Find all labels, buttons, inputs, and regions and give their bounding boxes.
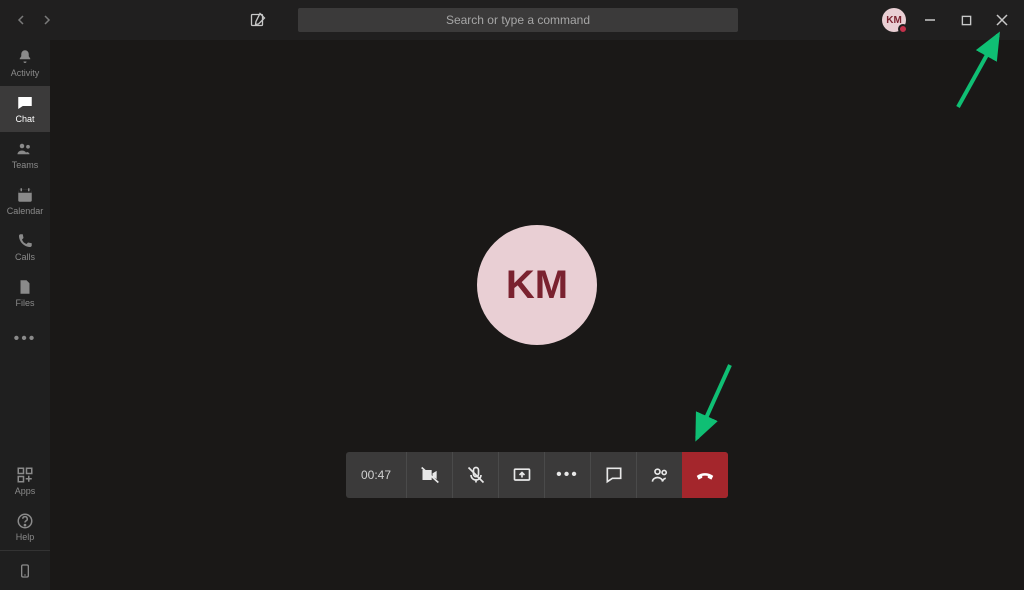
rail-label: Activity <box>11 68 40 78</box>
profile-avatar[interactable]: KM <box>882 8 906 32</box>
rail-label: Apps <box>15 486 36 496</box>
call-duration: 00:47 <box>346 452 406 498</box>
rail-chat[interactable]: Chat <box>0 86 50 132</box>
search-input[interactable]: Search or type a command <box>298 8 738 32</box>
rail-files[interactable]: Files <box>0 270 50 316</box>
titlebar: Search or type a command KM <box>0 0 1024 40</box>
new-chat-icon[interactable] <box>246 12 270 28</box>
rail-label: Files <box>15 298 34 308</box>
call-controls: 00:47 ••• <box>346 452 728 498</box>
show-participants-button[interactable] <box>636 452 682 498</box>
mobile-icon <box>17 563 33 579</box>
hang-up-button[interactable] <box>682 452 728 498</box>
chat-icon <box>604 465 624 485</box>
presence-busy-icon <box>898 24 908 34</box>
toggle-camera-button[interactable] <box>406 452 452 498</box>
more-icon: ••• <box>14 330 37 348</box>
window-minimize-button[interactable] <box>912 0 948 40</box>
mic-off-icon <box>466 465 486 485</box>
window-maximize-button[interactable] <box>948 0 984 40</box>
nav-forward-button[interactable] <box>38 11 56 29</box>
rail-label: Help <box>16 532 35 542</box>
bell-icon <box>16 48 34 66</box>
rail-calls[interactable]: Calls <box>0 224 50 270</box>
rail-teams[interactable]: Teams <box>0 132 50 178</box>
people-icon <box>16 140 34 158</box>
help-icon <box>16 512 34 530</box>
calendar-icon <box>16 186 34 204</box>
participant-avatar: KM <box>477 225 597 345</box>
rail-label: Calls <box>15 252 35 262</box>
rail-label: Chat <box>15 114 34 124</box>
rail-label: Teams <box>12 160 39 170</box>
people-icon <box>650 465 670 485</box>
rail-mobile[interactable] <box>0 550 50 590</box>
phone-icon <box>16 232 34 250</box>
rail-apps[interactable]: Apps <box>0 458 50 504</box>
apps-icon <box>16 466 34 484</box>
rail-activity[interactable]: Activity <box>0 40 50 86</box>
toggle-mic-button[interactable] <box>452 452 498 498</box>
more-actions-button[interactable]: ••• <box>544 452 590 498</box>
search-placeholder: Search or type a command <box>446 13 590 27</box>
app-rail: Activity Chat Teams Calendar Calls Files… <box>0 40 50 590</box>
nav-back-button[interactable] <box>12 11 30 29</box>
toggle-chat-button[interactable] <box>590 452 636 498</box>
chat-icon <box>16 94 34 112</box>
call-stage: KM 00:47 ••• <box>50 40 1024 590</box>
rail-calendar[interactable]: Calendar <box>0 178 50 224</box>
more-icon: ••• <box>556 466 579 484</box>
camera-off-icon <box>420 465 440 485</box>
rail-overflow[interactable]: ••• <box>0 316 50 362</box>
call-duration-value: 00:47 <box>361 468 391 482</box>
window-close-button[interactable] <box>984 0 1020 40</box>
share-icon <box>512 465 532 485</box>
file-icon <box>16 278 34 296</box>
share-screen-button[interactable] <box>498 452 544 498</box>
rail-label: Calendar <box>7 206 44 216</box>
participant-initials: KM <box>506 263 568 308</box>
hang-up-icon <box>694 464 716 486</box>
rail-help[interactable]: Help <box>0 504 50 550</box>
